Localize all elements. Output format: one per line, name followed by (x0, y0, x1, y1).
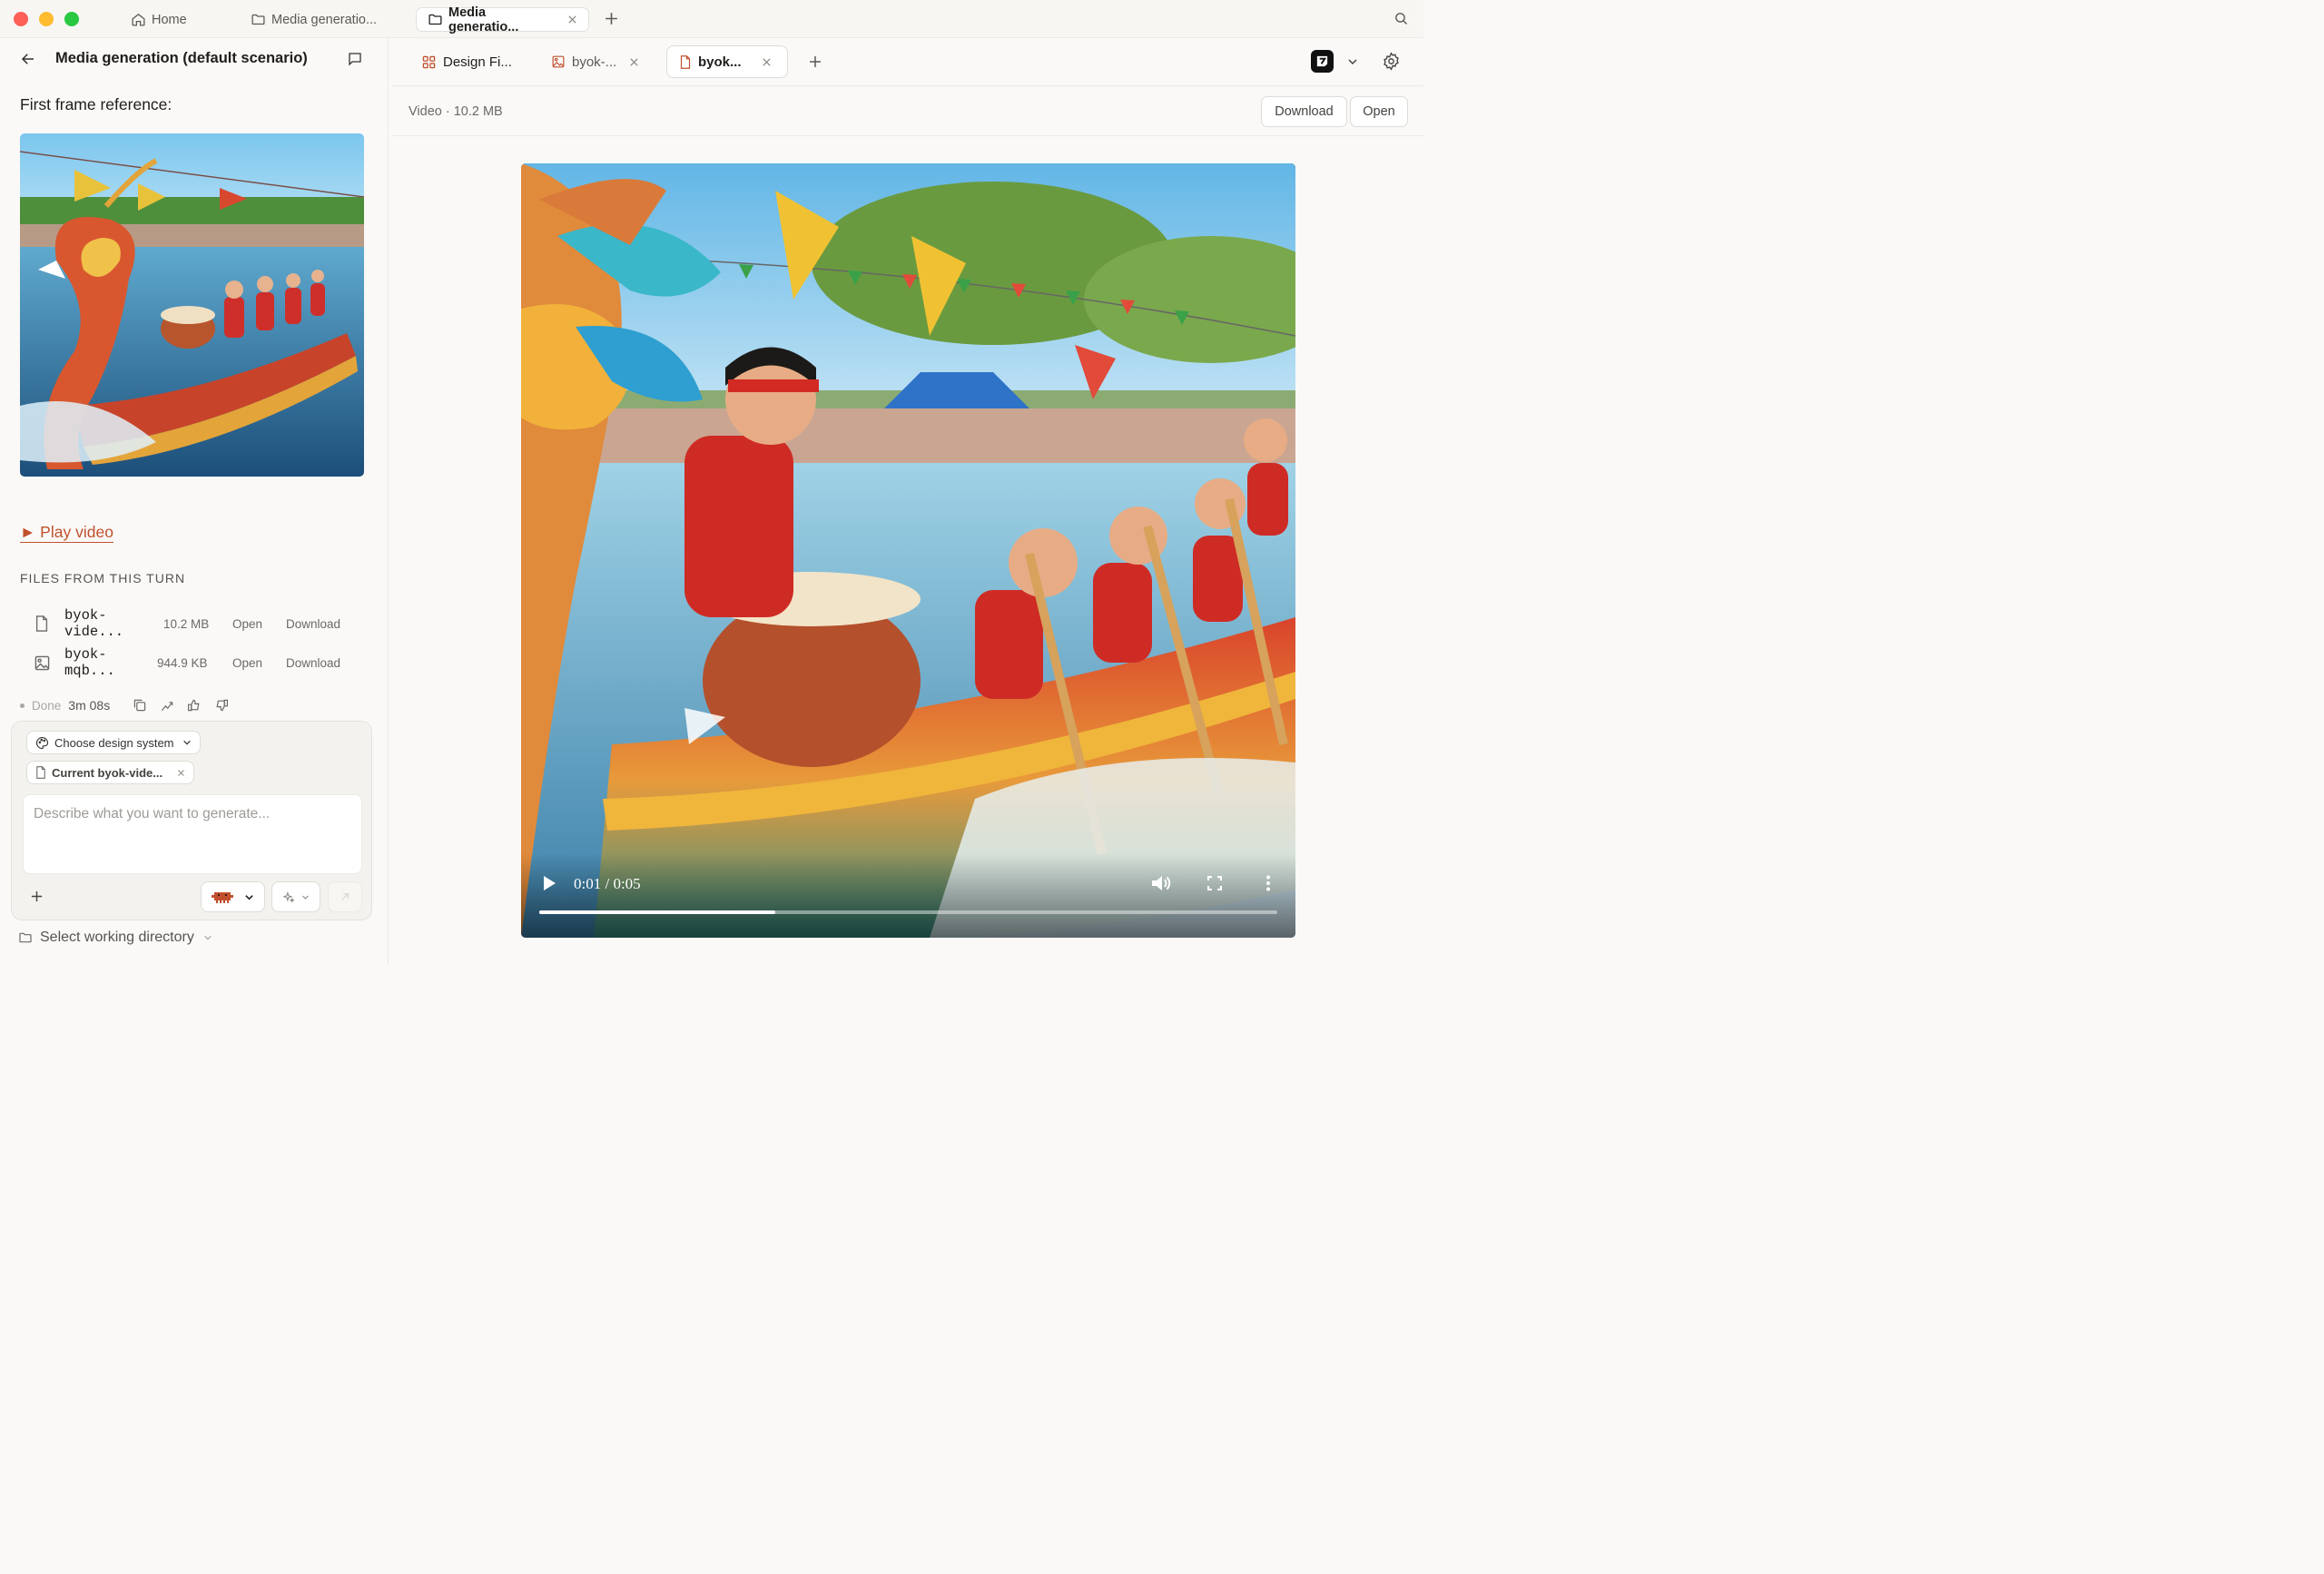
prompt-placeholder: Describe what you want to generate... (34, 806, 271, 821)
preview-tab-design-files[interactable]: Design Fi... (422, 45, 512, 78)
video-frame (521, 163, 1295, 938)
time-display: 0:01 / 0:05 (574, 875, 641, 892)
preview-tab-label: byok... (698, 54, 742, 70)
window-tab-label: Media generatio... (448, 5, 519, 34)
preview-tab-video-active[interactable]: byok... (666, 45, 788, 78)
duration-text: 3m 08s (68, 698, 111, 713)
app-logo-icon[interactable] (1311, 50, 1334, 73)
close-icon[interactable] (629, 57, 639, 67)
file-icon (680, 54, 691, 69)
volume-icon[interactable] (1151, 874, 1171, 892)
window-tab-label: Home (152, 12, 187, 27)
progress-fill (539, 910, 776, 914)
download-file-link[interactable]: Download (286, 617, 340, 631)
thumbs-down-icon[interactable] (214, 698, 229, 713)
open-file-link[interactable]: Open (232, 656, 286, 670)
design-system-label: Choose design system (54, 735, 174, 750)
prompt-composer: Choose design system Current byok-vide..… (11, 721, 372, 920)
status-text: Done (32, 698, 62, 713)
folder-icon (251, 12, 266, 27)
files-heading: FILES FROM THIS TURN (20, 571, 186, 585)
minimize-window-button[interactable] (39, 12, 54, 26)
turn-status: Done 3m 08s (20, 698, 229, 713)
prompt-input[interactable]: Describe what you want to generate... (23, 794, 362, 874)
model-select[interactable] (201, 881, 265, 912)
gear-icon[interactable] (1382, 52, 1401, 71)
chevron-down-icon (203, 933, 212, 942)
window-tab-media-generation-active[interactable]: Media generatio... (416, 5, 589, 34)
search-icon[interactable] (1393, 11, 1409, 26)
working-directory-label: Select working directory (40, 930, 194, 945)
share-icon[interactable] (160, 698, 174, 713)
download-file-link[interactable]: Download (286, 656, 340, 670)
palette-icon (35, 736, 49, 750)
open-button[interactable]: Open (1350, 96, 1408, 127)
model-logo-icon (212, 890, 233, 904)
image-file-icon (552, 55, 565, 68)
file-row[interactable]: byok-mqb... 944.9 KB Open Download (34, 646, 340, 679)
thumbs-up-icon[interactable] (187, 698, 202, 713)
home-icon (131, 12, 146, 27)
copy-icon[interactable] (133, 698, 147, 713)
file-row[interactable]: byok-vide... 10.2 MB Open Download (34, 607, 340, 640)
download-button[interactable]: Download (1261, 96, 1347, 127)
sparkle-icon (282, 890, 295, 903)
preview-tab-image[interactable]: byok-... (552, 45, 639, 78)
add-attachment-button[interactable] (30, 890, 44, 903)
image-file-icon (34, 655, 64, 671)
play-video-link[interactable]: ► Play video (20, 522, 113, 543)
video-player[interactable]: 0:01 / 0:05 (521, 163, 1295, 938)
play-icon[interactable] (542, 875, 556, 891)
window-tab-home[interactable]: Home (131, 7, 187, 32)
folder-icon (428, 12, 443, 27)
fullscreen-icon[interactable] (1207, 876, 1222, 890)
close-icon[interactable] (177, 769, 185, 777)
new-window-tab-button[interactable] (604, 11, 619, 26)
send-button[interactable] (328, 881, 362, 912)
open-file-link[interactable]: Open (232, 617, 286, 631)
window-tab-media-generation[interactable]: Media generatio... (251, 7, 377, 32)
divider (392, 135, 1423, 136)
chevron-down-icon (301, 893, 310, 901)
window-tab-label: Media generatio... (271, 12, 378, 27)
first-frame-label: First frame reference: (20, 95, 172, 113)
enhance-select[interactable] (271, 881, 320, 912)
file-size: 10.2 MB (163, 616, 210, 631)
design-system-select[interactable]: Choose design system (26, 731, 201, 754)
file-name: byok-mqb... (64, 646, 115, 679)
attachment-label: Current byok-vide... (52, 765, 163, 780)
preview-tab-label: byok-... (572, 54, 617, 70)
chevron-down-icon (244, 892, 254, 902)
close-window-button[interactable] (14, 12, 28, 26)
send-icon (340, 892, 350, 901)
first-frame-image[interactable] (20, 133, 364, 477)
close-icon[interactable] (762, 57, 772, 67)
more-options-icon[interactable] (1265, 875, 1271, 891)
comment-icon[interactable] (347, 51, 363, 67)
back-arrow-icon[interactable] (20, 51, 36, 67)
close-icon[interactable] (567, 15, 577, 25)
attachment-chip[interactable]: Current byok-vide... (26, 761, 195, 784)
chevron-down-icon (182, 738, 192, 747)
chat-title: Media generation (default scenario) (55, 50, 308, 66)
progress-track[interactable] (539, 910, 1277, 914)
new-preview-tab-button[interactable] (808, 54, 822, 69)
player-controls-overlay (521, 853, 1295, 938)
window-titlebar: Home Media generatio... Media generatio.… (0, 0, 1423, 38)
zoom-window-button[interactable] (64, 12, 79, 26)
preview-tab-bar (392, 38, 1423, 86)
status-dot-icon (20, 703, 25, 708)
file-size: 944.9 KB (157, 655, 208, 670)
preview-tab-label: Design Fi... (443, 54, 512, 70)
grid-icon (422, 55, 436, 69)
preview-panel: Design Fi... byok-... byok... Video · 10… (392, 38, 1423, 964)
file-meta: Video · 10.2 MB (409, 104, 503, 119)
file-icon (34, 615, 64, 632)
chevron-down-icon[interactable] (1347, 56, 1358, 67)
folder-icon (18, 930, 33, 945)
file-name: byok-vide... (64, 607, 124, 640)
chat-panel: Media generation (default scenario) Firs… (0, 38, 389, 964)
file-icon (35, 766, 46, 779)
working-directory-select[interactable]: Select working directory (18, 930, 212, 946)
